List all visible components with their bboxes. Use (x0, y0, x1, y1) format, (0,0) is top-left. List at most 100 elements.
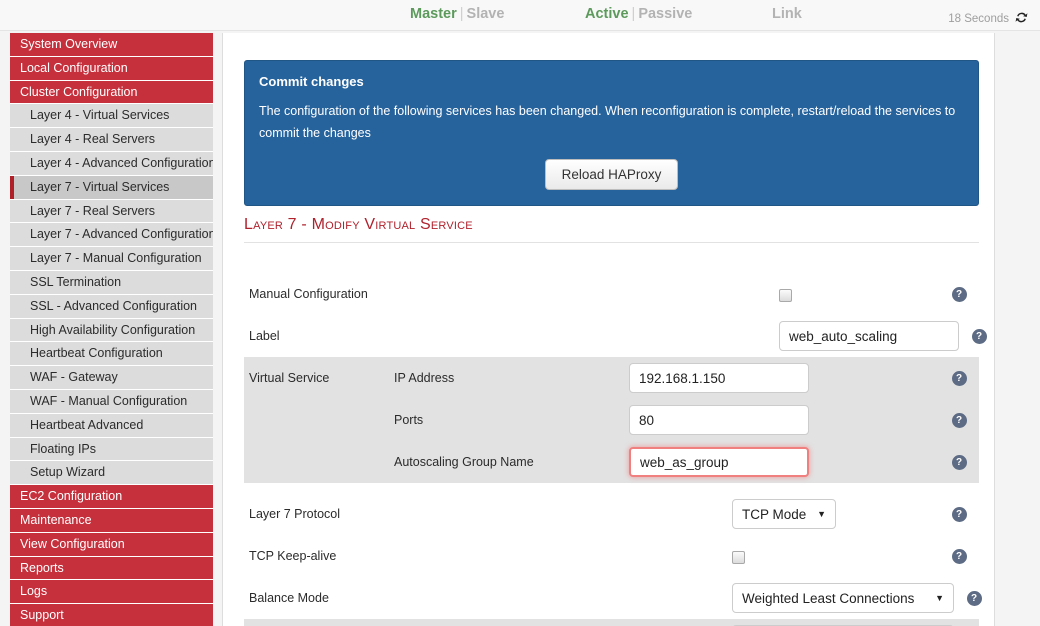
commit-changes-actions: Reload HAProxy (259, 158, 964, 190)
sidebar-item-label: Layer 4 - Virtual Services (30, 108, 170, 123)
help-icon[interactable]: ? (951, 286, 967, 302)
sidebar-item-label: Layer 7 - Advanced Configuration (30, 227, 213, 242)
sidebar-item-layer7-virtual-services[interactable]: Layer 7 - Virtual Services (10, 175, 213, 200)
sidebar-item-reports[interactable]: Reports (10, 556, 213, 581)
section-divider (244, 242, 979, 243)
help-icon[interactable]: ? (951, 506, 967, 522)
ha-role-active-label: Master (410, 6, 457, 22)
sidebar-item-ssl-advanced-configuration[interactable]: SSL - Advanced Configuration (10, 294, 213, 319)
commit-changes-banner: Commit changes The configuration of the … (244, 60, 979, 206)
help-icon[interactable]: ? (971, 328, 987, 344)
help-icon[interactable]: ? (951, 412, 967, 428)
sidebar-item-layer4-advanced-configuration[interactable]: Layer 4 - Advanced Configuration (10, 151, 213, 176)
label-input[interactable] (779, 321, 959, 351)
link-label: Link (772, 6, 802, 22)
layer7-protocol-selected-value: TCP Mode (742, 506, 807, 522)
ha-role-inactive-label: Slave (466, 6, 505, 22)
sidebar-item-heartbeat-advanced[interactable]: Heartbeat Advanced (10, 413, 213, 438)
sidebar-item-layer4-real-servers[interactable]: Layer 4 - Real Servers (10, 128, 213, 152)
manual-configuration-checkbox[interactable] (779, 288, 792, 302)
ip-address-input[interactable] (629, 363, 809, 393)
sidebar-item-label: Layer 7 - Real Servers (30, 203, 156, 218)
layer7-protocol-select[interactable]: TCP Mode ▼ (732, 499, 836, 529)
sidebar-item-ec2-configuration[interactable]: EC2 Configuration (10, 485, 213, 509)
sidebar-item-label: View Configuration (20, 536, 125, 551)
balance-mode-help: ? (954, 590, 994, 606)
top-status-bar: Master | Slave Active | Passive Link 18 Seco… (0, 0, 1040, 31)
sidebar-item-label: Heartbeat Advanced (30, 417, 144, 432)
sidebar-item-label: Layer 7 - Manual Configuration (30, 251, 202, 266)
autoscaling-group-name-label: Autoscaling Group Name (394, 455, 534, 469)
layer7-protocol-control: TCP Mode ▼ (394, 499, 939, 529)
sidebar-item-ssl-termination[interactable]: SSL Termination (10, 270, 213, 295)
sidebar-item-label: WAF - Gateway (30, 370, 118, 385)
ports-label: Ports (394, 413, 424, 427)
sidebar-item-high-availability-configuration[interactable]: High Availability Configuration (10, 318, 213, 343)
refresh-icon[interactable] (1015, 11, 1028, 27)
modify-virtual-service-form: Manual Configuration ? Label ? (244, 273, 987, 626)
ha-role-indicator: Master | Slave (410, 6, 504, 22)
sidebar-item-heartbeat-configuration[interactable]: Heartbeat Configuration (10, 342, 213, 367)
sidebar-item-cluster-configuration[interactable]: Cluster Configuration (10, 80, 213, 105)
ha-state-inactive-label: Passive (638, 6, 693, 22)
auto-refresh-status[interactable]: 18 Seconds (948, 11, 1028, 27)
ports-input[interactable] (629, 405, 809, 435)
help-icon[interactable]: ? (951, 454, 967, 470)
tcp-keepalive-checkbox[interactable] (732, 550, 745, 564)
sidebar-item-maintenance[interactable]: Maintenance (10, 508, 213, 533)
help-icon[interactable]: ? (951, 370, 967, 386)
sidebar-item-system-overview[interactable]: System Overview (10, 33, 213, 57)
sidebar-item-layer7-real-servers[interactable]: Layer 7 - Real Servers (10, 199, 213, 224)
sidebar-item-label: Logs (20, 584, 48, 599)
sidebar-item-view-configuration[interactable]: View Configuration (10, 532, 213, 557)
sidebar-item-label: System Overview (20, 37, 118, 51)
app-root: Master | Slave Active | Passive Link 18 Seco… (0, 0, 1040, 626)
balance-mode-selected-value: Weighted Least Connections (742, 590, 915, 606)
sidebar-item-waf-manual-configuration[interactable]: WAF - Manual Configuration (10, 389, 213, 414)
balance-mode-select[interactable]: Weighted Least Connections ▼ (732, 583, 954, 613)
sidebar-item-support[interactable]: Support (10, 604, 213, 626)
chevron-down-icon: ▼ (935, 593, 944, 603)
ip-address-label: IP Address (394, 371, 455, 385)
ha-role-separator: | (459, 6, 464, 22)
row-manual-configuration: Manual Configuration ? (244, 273, 979, 315)
sidebar-item-label: Setup Wizard (30, 465, 106, 480)
row-autoscaling-group-name: Autoscaling Group Name ? (244, 441, 979, 483)
sidebar-item-layer7-manual-configuration[interactable]: Layer 7 - Manual Configuration (10, 247, 213, 271)
sidebar-item-layer4-virtual-services[interactable]: Layer 4 - Virtual Services (10, 104, 213, 129)
sidebar-item-label: SSL - Advanced Configuration (30, 298, 198, 313)
ha-state-active-label: Active (585, 6, 629, 22)
row-label: Label ? (244, 315, 987, 357)
ports-help: ? (939, 412, 979, 428)
sidebar-item-setup-wizard[interactable]: Setup Wizard (10, 461, 213, 486)
sidebar-item-label: Layer 4 - Real Servers (30, 132, 156, 147)
sidebar-item-label: Local Configuration (20, 60, 128, 75)
row-balance-mode: Balance Mode Weighted Least Connections … (244, 577, 982, 619)
page-title: Layer 7 - Modify Virtual Service (244, 216, 473, 233)
reload-haproxy-button[interactable]: Reload HAProxy (544, 158, 679, 190)
sidebar-item-label: Floating IPs (30, 441, 97, 456)
balance-mode-control: Weighted Least Connections ▼ (394, 583, 954, 613)
sidebar-item-waf-gateway[interactable]: WAF - Gateway (10, 366, 213, 390)
help-icon[interactable]: ? (966, 590, 982, 606)
autoscaling-group-name-input[interactable] (629, 447, 809, 477)
sidebar-item-logs[interactable]: Logs (10, 580, 213, 605)
sidebar-item-floating-ips[interactable]: Floating IPs (10, 437, 213, 462)
sidebar-nav: System Overview Local Configuration Clus… (10, 33, 213, 626)
row-persistence-mode: Persistence Mode Source IP ▼ ? (244, 619, 979, 626)
row-layer7-protocol: Layer 7 Protocol TCP Mode ▼ ? (244, 493, 979, 535)
tcp-keepalive-help: ? (939, 548, 979, 564)
sidebar-item-label: Layer 7 - Virtual Services (30, 179, 170, 194)
sidebar-item-label: WAF - Manual Configuration (30, 393, 188, 408)
virtual-service-group-label: Virtual Service (249, 371, 330, 385)
row-tcp-keepalive: TCP Keep-alive ? (244, 535, 979, 577)
sidebar-item-layer7-advanced-configuration[interactable]: Layer 7 - Advanced Configuration (10, 223, 213, 248)
help-icon[interactable]: ? (951, 548, 967, 564)
main-content-panel: Commit changes The configuration of the … (222, 33, 995, 626)
chevron-down-icon: ▼ (817, 509, 826, 519)
autoscaling-group-name-help: ? (939, 454, 979, 470)
ha-state-indicator: Active | Passive (585, 6, 692, 22)
sidebar-item-local-configuration[interactable]: Local Configuration (10, 56, 213, 81)
balance-mode-label: Balance Mode (249, 591, 329, 605)
manual-configuration-label: Manual Configuration (249, 287, 368, 301)
